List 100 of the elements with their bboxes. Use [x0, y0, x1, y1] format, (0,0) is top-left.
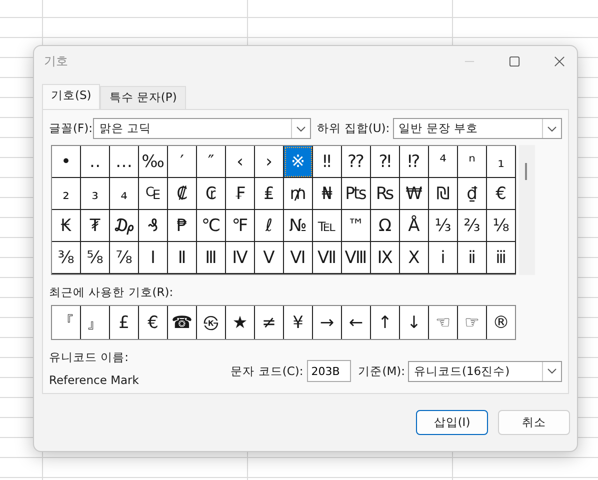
symbol-cell[interactable]: №: [284, 210, 313, 242]
recent-symbol-cell[interactable]: ☞: [458, 306, 487, 339]
symbol-cell[interactable]: Ⅲ: [197, 242, 226, 274]
recent-symbol-cell[interactable]: ®: [487, 306, 515, 339]
maximize-icon[interactable]: [509, 56, 520, 66]
close-icon[interactable]: [554, 56, 565, 66]
cancel-button[interactable]: 취소: [498, 410, 570, 435]
symbol-cell[interactable]: •: [52, 146, 81, 178]
symbol-cell[interactable]: Ⅷ: [342, 242, 371, 274]
recent-symbol-cell[interactable]: £: [110, 306, 139, 339]
symbol-cell[interactable]: ₢: [197, 178, 226, 210]
symbol-cell[interactable]: ™: [342, 210, 371, 242]
symbol-cell[interactable]: ₦: [313, 178, 342, 210]
symbol-cell[interactable]: ⅜: [52, 242, 81, 274]
symbol-cell[interactable]: ₥: [284, 178, 313, 210]
symbol-cell[interactable]: Ω: [371, 210, 400, 242]
symbol-cell[interactable]: ₧: [342, 178, 371, 210]
symbol-cell[interactable]: Ⅶ: [313, 242, 342, 274]
chevron-icon: [296, 126, 306, 132]
symbol-cell[interactable]: Ⅱ: [168, 242, 197, 274]
recent-symbol-cell[interactable]: ㉿: [197, 306, 226, 339]
recent-symbol-cell[interactable]: 』: [81, 306, 110, 339]
window-title: 기호: [44, 52, 68, 70]
subset-dropdown[interactable]: 일반 문장 부호: [392, 118, 562, 139]
chevron-icon: [547, 126, 557, 132]
symbol-cell[interactable]: ₃: [81, 178, 110, 210]
recent-symbol-cell[interactable]: ¥: [284, 306, 313, 339]
symbol-cell[interactable]: ⁉: [400, 146, 429, 178]
symbol-cell[interactable]: ※: [284, 146, 313, 178]
symbol-cell[interactable]: ₪: [429, 178, 458, 210]
symbol-cell[interactable]: €: [487, 178, 516, 210]
scrollbar[interactable]: [519, 145, 535, 275]
symbol-cell[interactable]: ‹: [226, 146, 255, 178]
symbol-cell[interactable]: Ⅵ: [284, 242, 313, 274]
symbol-cell[interactable]: ⅔: [458, 210, 487, 242]
symbol-cell[interactable]: ₮: [81, 210, 110, 242]
symbol-cell[interactable]: ℓ: [255, 210, 284, 242]
symbol-cell[interactable]: Ⅴ: [255, 242, 284, 274]
symbol-cell[interactable]: ℃: [197, 210, 226, 242]
unicode-name-label: 유니코드 이름:: [49, 350, 130, 365]
symbol-cell[interactable]: Ⅰ: [139, 242, 168, 274]
scroll-thumb[interactable]: [525, 163, 527, 180]
symbol-cell[interactable]: ₠: [139, 178, 168, 210]
symbol-cell[interactable]: ⅰ: [429, 242, 458, 274]
recent-symbol-cell[interactable]: →: [313, 306, 342, 339]
symbol-cell[interactable]: ⅝: [81, 242, 110, 274]
symbol-cell[interactable]: ₭: [52, 210, 81, 242]
symbol-cell[interactable]: ℉: [226, 210, 255, 242]
recent-symbol-cell[interactable]: 『: [52, 306, 81, 339]
symbol-cell[interactable]: ⁈: [371, 146, 400, 178]
tab[interactable]: 기호(S): [42, 84, 100, 109]
symbol-cell[interactable]: ₱: [168, 210, 197, 242]
tab[interactable]: 특수 문자(P): [100, 86, 186, 109]
symbol-cell[interactable]: ₁: [487, 146, 516, 178]
symbol-cell[interactable]: ″: [197, 146, 226, 178]
symbol-cell[interactable]: ⁴: [429, 146, 458, 178]
symbol-cell[interactable]: ‥: [81, 146, 110, 178]
symbol-cell[interactable]: ₄: [110, 178, 139, 210]
recent-symbol-cell[interactable]: ☜: [429, 306, 458, 339]
char-code-label: 문자 코드(C):: [230, 364, 304, 378]
symbol-cell[interactable]: ₤: [255, 178, 284, 210]
symbol-cell[interactable]: ⅞: [110, 242, 139, 274]
symbol-cell[interactable]: ₫: [458, 178, 487, 210]
symbol-cell[interactable]: ⅓: [429, 210, 458, 242]
symbol-cell[interactable]: ₯: [110, 210, 139, 242]
symbol-cell[interactable]: ₂: [52, 178, 81, 210]
symbol-cell[interactable]: ₩: [400, 178, 429, 210]
symbol-cell[interactable]: Ⅸ: [371, 242, 400, 274]
symbol-cell[interactable]: …: [110, 146, 139, 178]
recent-symbols-label: 최근에 사용한 기호(R):: [49, 285, 174, 300]
subset-label: 하위 집합(U):: [316, 121, 390, 136]
symbol-cell[interactable]: ⅲ: [487, 242, 516, 274]
from-label: 기준(M):: [358, 364, 405, 378]
symbol-cell[interactable]: ₡: [168, 178, 197, 210]
symbol-cell[interactable]: Å: [400, 210, 429, 242]
symbol-cell[interactable]: ⁿ: [458, 146, 487, 178]
char-code-field[interactable]: 203B: [307, 360, 352, 382]
font-dropdown[interactable]: 맑은 고딕: [93, 118, 311, 139]
chevron-icon: [547, 368, 557, 374]
symbol-cell[interactable]: Ⅳ: [226, 242, 255, 274]
recent-symbol-cell[interactable]: ←: [342, 306, 371, 339]
from-dropdown[interactable]: 유니코드(16진수): [408, 360, 562, 382]
recent-symbol-cell[interactable]: ↓: [400, 306, 429, 339]
symbol-cell[interactable]: ⁇: [342, 146, 371, 178]
symbol-cell[interactable]: ₣: [226, 178, 255, 210]
recent-symbol-cell[interactable]: ☎: [168, 306, 197, 339]
recent-symbol-cell[interactable]: ↑: [371, 306, 400, 339]
symbol-cell[interactable]: ⅱ: [458, 242, 487, 274]
symbol-cell[interactable]: ₨: [371, 178, 400, 210]
symbol-cell[interactable]: ′: [168, 146, 197, 178]
symbol-cell[interactable]: ⅛: [487, 210, 516, 242]
symbol-cell[interactable]: ₰: [139, 210, 168, 242]
symbol-cell[interactable]: ‰: [139, 146, 168, 178]
insert-button[interactable]: 삽입(I): [416, 410, 488, 435]
recent-symbol-cell[interactable]: €: [139, 306, 168, 339]
recent-symbol-cell[interactable]: ★: [226, 306, 255, 339]
recent-symbol-cell[interactable]: ≠: [255, 306, 284, 339]
symbol-cell[interactable]: ℡: [313, 210, 342, 242]
symbol-cell[interactable]: Ⅹ: [400, 242, 429, 274]
symbol-cell[interactable]: ‼: [313, 146, 342, 178]
